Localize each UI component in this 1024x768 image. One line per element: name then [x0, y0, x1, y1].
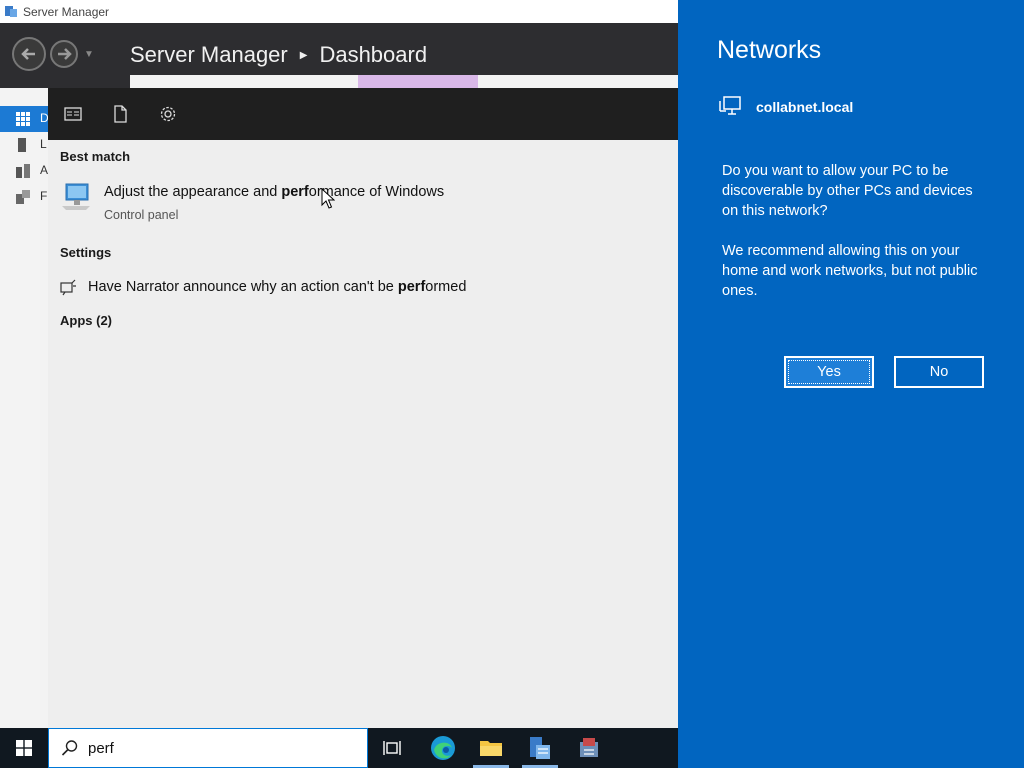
taskbar-search-box[interactable]: perf [48, 728, 368, 768]
task-view-button[interactable] [368, 728, 416, 768]
breadcrumb-app: Server Manager [130, 42, 288, 67]
admin-tools-taskbar-button[interactable] [565, 728, 613, 768]
taskbar: perf [0, 728, 678, 768]
best-match-heading: Best match [60, 149, 131, 164]
mouse-cursor-icon [321, 188, 335, 209]
discovery-recommendation: We recommend allowing this on your home … [722, 243, 978, 299]
edge-browser-button[interactable] [419, 728, 467, 768]
sidebar-item-all-servers[interactable]: A [0, 158, 48, 184]
file-services-icon [16, 190, 30, 204]
servers-icon [16, 164, 30, 178]
windows-logo-icon [16, 740, 32, 756]
server-manager-icon [530, 737, 550, 759]
server-icon [18, 138, 26, 152]
search-filter-toolbar [48, 88, 678, 140]
back-button[interactable] [12, 37, 46, 71]
breadcrumb-separator-icon: ▶ [299, 50, 308, 61]
sidebar-item-file-services[interactable]: F [0, 184, 48, 210]
history-dropdown-icon[interactable]: ▼ [84, 49, 94, 60]
admin-tools-icon [580, 738, 598, 757]
settings-title-match: perf [397, 279, 426, 295]
file-explorer-button[interactable] [467, 728, 515, 768]
server-manager-titlebar: Server Manager [0, 0, 678, 23]
search-query[interactable]: perf [88, 740, 114, 757]
breadcrumb: Server Manager ▶ Dashboard [130, 42, 427, 68]
server-manager-sidebar: D L A F [0, 88, 49, 728]
best-match-subtitle: Control panel [104, 208, 179, 222]
wired-network-icon [719, 96, 741, 115]
apps-heading[interactable]: Apps (2) [60, 313, 112, 328]
folder-icon [480, 741, 502, 756]
forward-button[interactable] [50, 40, 78, 68]
performance-monitor-icon [62, 183, 90, 210]
best-match-title-part: Adjust the appearance and [104, 184, 282, 200]
narrator-icon [60, 279, 76, 296]
settings-title-part: ormed [425, 279, 467, 295]
highlight-tile [358, 75, 478, 88]
task-view-icon [383, 741, 401, 755]
sidebar-item-local-server[interactable]: L [0, 132, 48, 158]
networks-flyout: Networks collabnet.local Do you want to … [678, 0, 1024, 768]
search-results-panel: Best match Adjust the appearance and per… [48, 88, 678, 728]
yes-button[interactable]: Yes [784, 356, 874, 388]
search-icon [61, 740, 78, 756]
apps-filter-icon[interactable] [63, 104, 83, 124]
dashboard-grid-icon [16, 112, 30, 126]
window-title: Server Manager [23, 5, 110, 19]
best-match-title: Adjust the appearance and performance of… [104, 184, 444, 200]
settings-heading: Settings [60, 245, 112, 260]
sidebar-item-label: L [40, 137, 47, 151]
settings-title-part: Have Narrator announce why an action can… [88, 279, 398, 295]
documents-filter-icon[interactable] [110, 104, 130, 124]
settings-result-narrator[interactable]: Have Narrator announce why an action can… [48, 276, 678, 298]
no-button[interactable]: No [894, 356, 984, 388]
sidebar-item-label: A [40, 163, 49, 177]
networks-title: Networks [717, 36, 822, 64]
back-arrow-icon [21, 48, 35, 60]
forward-arrow-icon [58, 48, 72, 60]
best-match-title-match: perf [281, 184, 309, 200]
sidebar-item-label: F [40, 189, 48, 203]
server-manager-app-icon [5, 6, 17, 17]
network-name: collabnet.local [756, 99, 854, 115]
settings-result-title: Have Narrator announce why an action can… [88, 279, 466, 295]
server-manager-taskbar-button[interactable] [516, 728, 564, 768]
breadcrumb-page: Dashboard [319, 42, 428, 67]
edge-icon [431, 736, 455, 760]
dashboard-strip [130, 75, 678, 88]
settings-gear-icon[interactable] [158, 104, 178, 124]
discovery-question: Do you want to allow your PC to be disco… [722, 163, 973, 219]
best-match-result[interactable]: Adjust the appearance and performance of… [48, 178, 678, 230]
start-button[interactable] [0, 728, 48, 768]
sidebar-item-dashboard[interactable]: D [0, 106, 49, 132]
